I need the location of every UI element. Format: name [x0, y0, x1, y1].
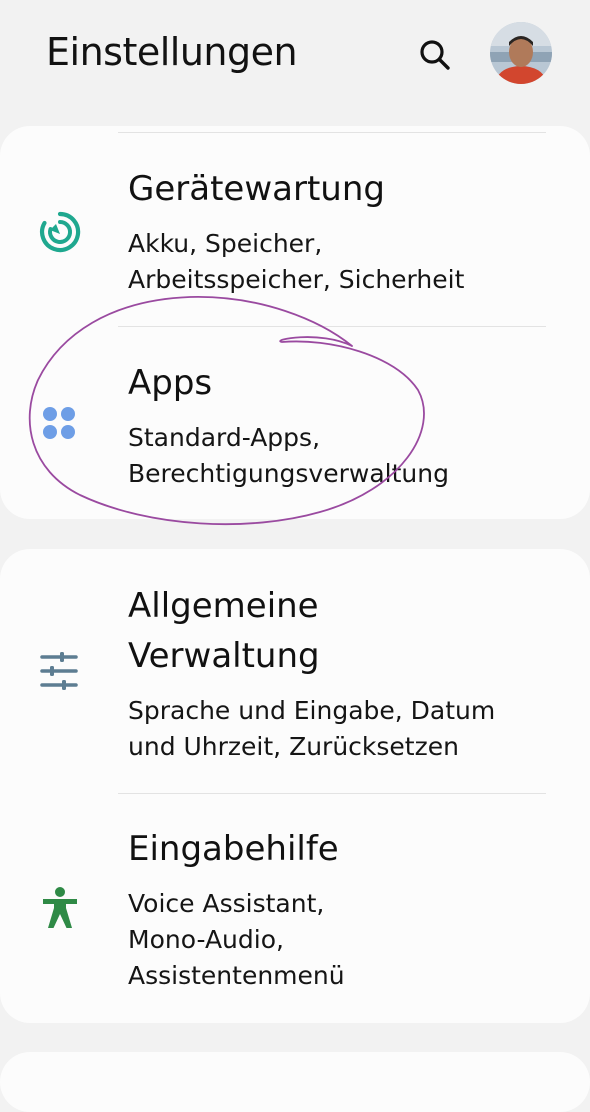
item-subtitle-line: Voice Assistant,: [128, 889, 325, 918]
divider: [118, 326, 546, 327]
settings-item-apps[interactable]: Apps Standard-Apps, Berechtigungsverwalt…: [0, 330, 590, 519]
item-title: Eingabehilfe: [128, 829, 339, 869]
accessibility-icon: [38, 886, 82, 930]
page-title: Einstellungen: [46, 30, 298, 74]
general-management-icon: [38, 649, 82, 693]
item-subtitle-line: Arbeitsspeicher, Sicherheit: [128, 265, 465, 294]
settings-item-device-care[interactable]: Gerätewartung Akku, Speicher, Arbeitsspe…: [0, 136, 590, 326]
item-title: Apps: [128, 363, 213, 403]
avatar[interactable]: [490, 22, 552, 84]
item-title: Allgemeine: [128, 586, 319, 626]
user-avatar-icon: [490, 22, 552, 84]
divider: [118, 132, 546, 133]
item-subtitle-line: Standard-Apps,: [128, 423, 321, 452]
search-button[interactable]: [414, 34, 454, 74]
settings-card: Allgemeine Verwaltung Sprache und Eingab…: [0, 549, 590, 1023]
settings-card[interactable]: [0, 1052, 590, 1112]
device-care-icon: [38, 210, 82, 254]
item-subtitle-line: und Uhrzeit, Zurücksetzen: [128, 732, 459, 761]
search-icon: [420, 40, 450, 70]
app-header: Einstellungen: [0, 0, 590, 110]
settings-item-accessibility[interactable]: Eingabehilfe Voice Assistant, Mono-Audio…: [0, 794, 590, 1023]
item-title: Verwaltung: [128, 636, 320, 676]
item-subtitle-line: Sprache und Eingabe, Datum: [128, 696, 496, 725]
apps-icon: [38, 402, 82, 446]
settings-card: Gerätewartung Akku, Speicher, Arbeitsspe…: [0, 126, 590, 519]
item-subtitle-line: Berechtigungsverwaltung: [128, 459, 449, 488]
item-subtitle-line: Akku, Speicher,: [128, 229, 323, 258]
item-subtitle-line: Assistentenmenü: [128, 961, 345, 990]
settings-item-general-management[interactable]: Allgemeine Verwaltung Sprache und Eingab…: [0, 549, 590, 793]
item-title: Gerätewartung: [128, 169, 385, 209]
item-subtitle-line: Mono-Audio,: [128, 925, 284, 954]
